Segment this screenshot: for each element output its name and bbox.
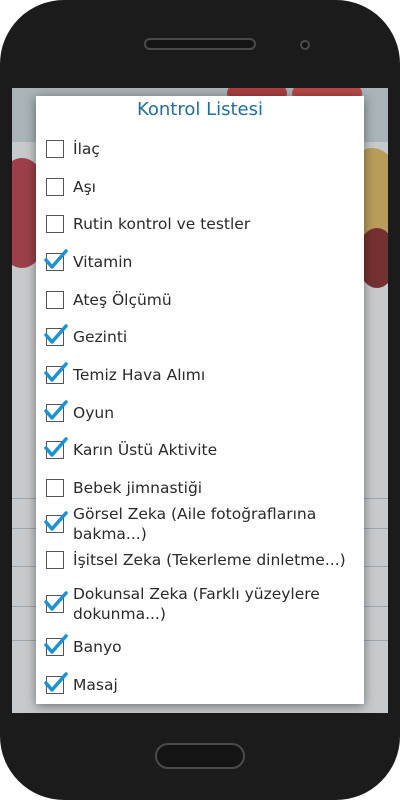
checkbox[interactable] — [44, 511, 68, 533]
checkbox[interactable] — [44, 324, 68, 346]
checklist-item[interactable]: İşitsel Zeka (Tekerleme dinletme...) — [44, 549, 360, 571]
checklist-item[interactable]: Bebek jimnastiği — [44, 477, 360, 499]
checklist-item[interactable]: Gezinti — [44, 324, 360, 348]
checkbox[interactable] — [44, 400, 68, 422]
checklist-item[interactable]: Masaj — [44, 672, 360, 696]
checkbox[interactable] — [44, 591, 68, 613]
checklist-item-label: Dokunsal Zeka (Farklı yüzeylere dokunma.… — [73, 585, 320, 623]
checkbox[interactable] — [44, 249, 68, 271]
checklist-item-label: Karın Üstü Aktivite — [73, 441, 218, 459]
checklist-item-label: Temiz Hava Alımı — [73, 366, 206, 384]
checklist-item[interactable]: Aşı — [44, 176, 360, 198]
checkbox[interactable] — [46, 291, 64, 309]
checkbox[interactable] — [44, 634, 68, 656]
speaker-grille — [144, 38, 256, 50]
checklist-dialog: Kontrol Listesi İlaç Aşı Rutin kontrol ve … — [36, 96, 364, 704]
home-button[interactable] — [155, 743, 245, 769]
check-icon — [44, 249, 68, 269]
check-icon — [44, 324, 68, 344]
checklist-item-label: Banyo — [73, 638, 122, 656]
checklist-item-label: Masaj — [73, 676, 118, 694]
checklist-item-label: İlaç — [73, 140, 100, 158]
checkbox[interactable] — [46, 178, 64, 196]
checkbox[interactable] — [44, 362, 68, 384]
check-icon — [44, 591, 68, 611]
checklist-item[interactable]: Dokunsal Zeka (Farklı yüzeylere dokunma.… — [44, 583, 360, 625]
dialog-title: Kontrol Listesi — [136, 99, 264, 120]
checklist-item[interactable]: Karın Üstü Aktivite — [44, 437, 360, 461]
front-camera — [300, 40, 310, 50]
checklist-item[interactable]: Temiz Hava Alımı — [44, 362, 360, 386]
check-icon — [44, 511, 68, 531]
checklist-item-label: Ateş Ölçümü — [73, 291, 172, 309]
check-icon — [44, 437, 68, 457]
check-icon — [44, 362, 68, 382]
checklist-item[interactable]: Rutin kontrol ve testler — [44, 213, 360, 235]
checklist-item[interactable]: Görsel Zeka (Aile fotoğraflarına bakma..… — [44, 503, 360, 545]
checklist-item-label: Bebek jimnastiği — [73, 479, 203, 497]
checklist-item[interactable]: Vitamin — [44, 249, 360, 273]
check-icon — [44, 672, 68, 692]
checkbox[interactable] — [46, 479, 64, 497]
checkbox[interactable] — [46, 551, 64, 569]
checkbox[interactable] — [46, 140, 64, 158]
checkbox[interactable] — [46, 215, 64, 233]
checklist-item[interactable]: Ateş Ölçümü — [44, 289, 360, 311]
checklist-item-label: Görsel Zeka (Aile fotoğraflarına bakma..… — [73, 505, 317, 543]
check-icon — [44, 634, 68, 654]
screen: Kontrol Listesi İlaç Aşı Rutin kontrol ve … — [12, 88, 388, 713]
checklist-item-label: Aşı — [73, 178, 96, 196]
check-icon — [44, 400, 68, 420]
checkbox[interactable] — [44, 672, 68, 694]
checklist-item[interactable]: İlaç — [44, 138, 360, 160]
checkbox[interactable] — [44, 437, 68, 459]
checklist-item[interactable]: Banyo — [44, 634, 360, 658]
checklist-item-label: Gezinti — [73, 328, 128, 346]
checklist-item-label: İşitsel Zeka (Tekerleme dinletme...) — [73, 551, 346, 569]
phone-frame: Kontrol Listesi İlaç Aşı Rutin kontrol ve … — [0, 0, 400, 800]
checklist-item-label: Oyun — [73, 404, 115, 422]
checklist-item-label: Rutin kontrol ve testler — [73, 215, 251, 233]
checklist-item-label: Vitamin — [73, 253, 133, 271]
checklist-item[interactable]: Oyun — [44, 400, 360, 424]
